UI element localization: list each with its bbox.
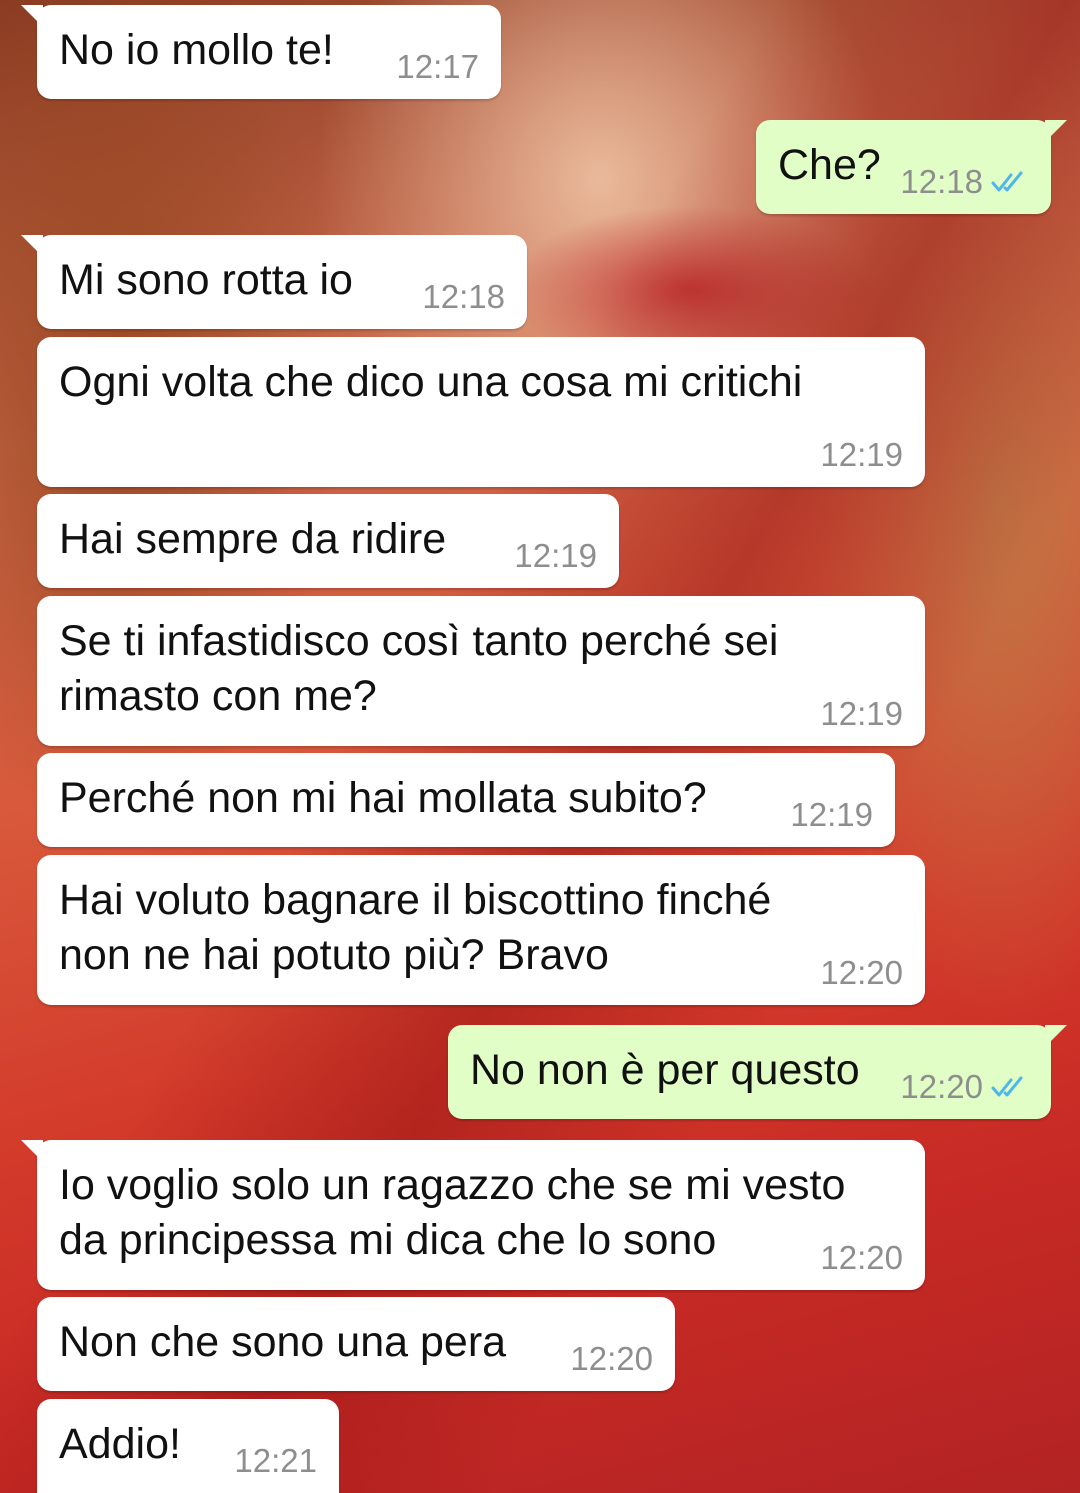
incoming-message[interactable]: Hai sempre da ridire 12:19 [37, 494, 619, 588]
incoming-message[interactable]: Non che sono una pera 12:20 [37, 1297, 675, 1391]
message-timestamp: 12:20 [900, 1068, 983, 1105]
message-text: Non che sono una pera [59, 1318, 507, 1366]
message-timestamp: 12:18 [900, 163, 983, 200]
message-list[interactable]: No io mollo te! 12:17 Che? 12:18 Mi sono… [0, 0, 1080, 1493]
message-timestamp: 12:21 [234, 1442, 317, 1479]
double-check-read-icon [991, 171, 1023, 192]
incoming-message[interactable]: Mi sono rotta io 12:18 [21, 235, 527, 329]
message-timestamp: 12:19 [820, 436, 903, 473]
message-timestamp: 12:20 [820, 954, 903, 991]
message-meta: 12:20 [820, 955, 903, 991]
message-meta: 12:19 [514, 538, 597, 574]
message-text: Hai voluto bagnare il biscottino finché … [59, 876, 772, 979]
message-meta: 12:18 [900, 164, 1029, 200]
incoming-message[interactable]: No io mollo te! 12:17 [21, 5, 501, 99]
message-timestamp: 12:17 [396, 48, 479, 85]
message-meta: 12:20 [820, 1240, 903, 1276]
message-meta: 12:19 [820, 696, 903, 732]
incoming-message[interactable]: Perché non mi hai mollata subito? 12:19 [37, 753, 895, 847]
message-meta: 12:18 [422, 279, 505, 315]
message-text: Io voglio solo un ragazzo che se mi vest… [59, 1161, 846, 1264]
message-meta: 12:19 [790, 797, 873, 833]
message-text: Ogni volta che dico una cosa mi critichi [59, 358, 803, 406]
outgoing-message[interactable]: No non è per questo 12:20 [448, 1025, 1067, 1119]
message-meta: 12:17 [396, 49, 479, 85]
message-timestamp: 12:19 [514, 537, 597, 574]
message-meta: 12:20 [570, 1341, 653, 1377]
incoming-message[interactable]: Se ti infastidisco così tanto perché sei… [37, 596, 925, 746]
message-timestamp: 12:18 [422, 278, 505, 315]
outgoing-message[interactable]: Che? 12:18 [756, 120, 1067, 214]
message-text: Perché non mi hai mollata subito? [59, 774, 707, 822]
incoming-message[interactable]: Addio! 12:21 [37, 1399, 339, 1493]
incoming-message[interactable]: Ogni volta che dico una cosa mi critichi… [37, 337, 925, 487]
incoming-message[interactable]: Io voglio solo un ragazzo che se mi vest… [21, 1140, 925, 1290]
message-meta: 12:20 [900, 1069, 1029, 1105]
message-timestamp: 12:20 [820, 1239, 903, 1276]
message-timestamp: 12:19 [790, 796, 873, 833]
double-check-read-icon [991, 1076, 1023, 1097]
incoming-message[interactable]: Hai voluto bagnare il biscottino finché … [37, 855, 925, 1005]
message-timestamp: 12:19 [820, 695, 903, 732]
message-meta: 12:19 [820, 437, 903, 473]
message-meta: 12:21 [234, 1443, 317, 1479]
message-text: Se ti infastidisco così tanto perché sei… [59, 617, 779, 720]
message-timestamp: 12:20 [570, 1340, 653, 1377]
